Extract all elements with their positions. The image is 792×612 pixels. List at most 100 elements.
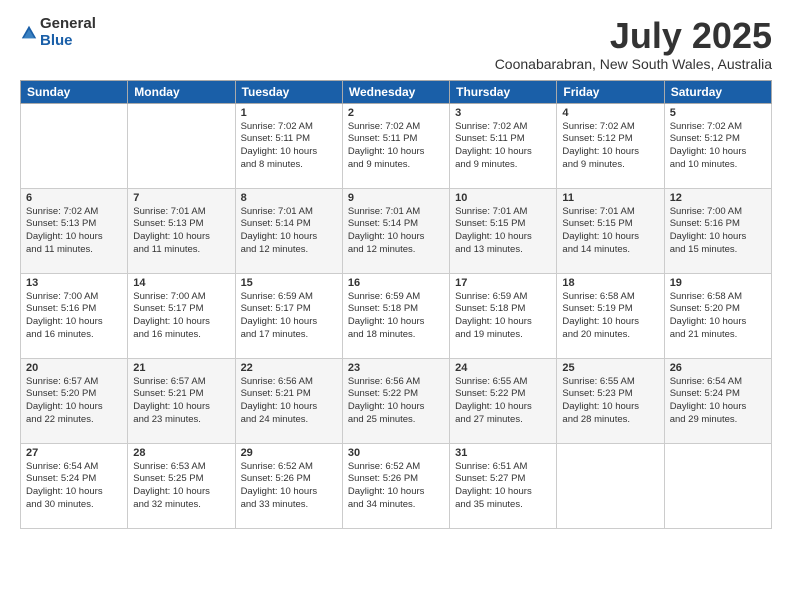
- calendar-week-row: 6 Sunrise: 7:02 AMSunset: 5:13 PMDaylight…: [21, 188, 772, 273]
- day-number: 17: [455, 277, 551, 289]
- calendar-cell: 20 Sunrise: 6:57 AMSunset: 5:20 PMDayligh…: [21, 358, 128, 443]
- cell-content: Sunrise: 6:53 AMSunset: 5:25 PMDaylight:…: [133, 461, 229, 512]
- weekday-header: Thursday: [450, 80, 557, 103]
- calendar-cell: 12Sunrise: 7:00 AMSunset: 5:16 PMDayligh…: [664, 188, 771, 273]
- day-number: 27: [26, 447, 122, 459]
- cell-content: Sunrise: 7:01 AMSunset: 5:15 PMDaylight:…: [455, 206, 551, 257]
- weekday-header: Saturday: [664, 80, 771, 103]
- header: General Blue July 2025 Coonabarabran, Ne…: [20, 16, 772, 72]
- cell-content: Sunrise: 7:01 AMSunset: 5:14 PMDaylight:…: [348, 206, 444, 257]
- cell-content: Sunrise: 7:02 AMSunset: 5:11 PMDaylight:…: [348, 121, 444, 172]
- day-number: 2: [348, 107, 444, 119]
- calendar-cell: 31 Sunrise: 6:51 AMSunset: 5:27 PMDayligh…: [450, 443, 557, 528]
- cell-content: Sunrise: 6:58 AMSunset: 5:20 PMDaylight:…: [670, 291, 766, 342]
- cell-content: Sunrise: 6:56 AMSunset: 5:21 PMDaylight:…: [241, 376, 337, 427]
- cell-content: Sunrise: 6:59 AMSunset: 5:17 PMDaylight:…: [241, 291, 337, 342]
- title-area: July 2025 Coonabarabran, New South Wales…: [495, 16, 772, 72]
- day-number: 1: [241, 107, 337, 119]
- day-number: 19: [670, 277, 766, 289]
- cell-content: Sunrise: 6:51 AMSunset: 5:27 PMDaylight:…: [455, 461, 551, 512]
- calendar-cell: 3 Sunrise: 7:02 AMSunset: 5:11 PMDaylight…: [450, 103, 557, 188]
- calendar-cell: 27 Sunrise: 6:54 AMSunset: 5:24 PMDayligh…: [21, 443, 128, 528]
- cell-content: Sunrise: 6:59 AMSunset: 5:18 PMDaylight:…: [348, 291, 444, 342]
- cell-content: Sunrise: 7:02 AMSunset: 5:12 PMDaylight:…: [562, 121, 658, 172]
- day-number: 23: [348, 362, 444, 374]
- cell-content: Sunrise: 6:57 AMSunset: 5:21 PMDaylight:…: [133, 376, 229, 427]
- calendar-cell: 24 Sunrise: 6:55 AMSunset: 5:22 PMDayligh…: [450, 358, 557, 443]
- day-number: 26: [670, 362, 766, 374]
- cell-content: Sunrise: 7:01 AMSunset: 5:13 PMDaylight:…: [133, 206, 229, 257]
- day-number: 6: [26, 192, 122, 204]
- day-number: 5: [670, 107, 766, 119]
- logo-general-label: General: [40, 16, 96, 33]
- calendar-cell: 18 Sunrise: 6:58 AMSunset: 5:19 PMDayligh…: [557, 273, 664, 358]
- calendar-cell: 15 Sunrise: 6:59 AMSunset: 5:17 PMDayligh…: [235, 273, 342, 358]
- calendar-week-row: 13Sunrise: 7:00 AMSunset: 5:16 PMDayligh…: [21, 273, 772, 358]
- calendar-header-row: SundayMondayTuesdayWednesdayThursdayFrid…: [21, 80, 772, 103]
- calendar-cell: 28 Sunrise: 6:53 AMSunset: 5:25 PMDayligh…: [128, 443, 235, 528]
- day-number: 3: [455, 107, 551, 119]
- weekday-header: Sunday: [21, 80, 128, 103]
- calendar-cell: 21Sunrise: 6:57 AMSunset: 5:21 PMDayligh…: [128, 358, 235, 443]
- calendar-cell: 7 Sunrise: 7:01 AMSunset: 5:13 PMDaylight…: [128, 188, 235, 273]
- day-number: 28: [133, 447, 229, 459]
- cell-content: Sunrise: 6:57 AMSunset: 5:20 PMDaylight:…: [26, 376, 122, 427]
- calendar-week-row: 1 Sunrise: 7:02 AMSunset: 5:11 PMDaylight…: [21, 103, 772, 188]
- day-number: 24: [455, 362, 551, 374]
- weekday-header: Friday: [557, 80, 664, 103]
- logo-text: General Blue: [40, 16, 96, 49]
- calendar-cell: 9 Sunrise: 7:01 AMSunset: 5:14 PMDaylight…: [342, 188, 449, 273]
- cell-content: Sunrise: 7:00 AMSunset: 5:16 PMDaylight:…: [26, 291, 122, 342]
- cell-content: Sunrise: 7:00 AMSunset: 5:16 PMDaylight:…: [670, 206, 766, 257]
- day-number: 25: [562, 362, 658, 374]
- calendar: SundayMondayTuesdayWednesdayThursdayFrid…: [20, 80, 772, 529]
- day-number: 7: [133, 192, 229, 204]
- cell-content: Sunrise: 6:56 AMSunset: 5:22 PMDaylight:…: [348, 376, 444, 427]
- cell-content: Sunrise: 6:52 AMSunset: 5:26 PMDaylight:…: [348, 461, 444, 512]
- day-number: 10: [455, 192, 551, 204]
- calendar-cell: 8 Sunrise: 7:01 AMSunset: 5:14 PMDaylight…: [235, 188, 342, 273]
- logo: General Blue: [20, 16, 96, 49]
- calendar-cell: [557, 443, 664, 528]
- logo-icon: [20, 24, 38, 42]
- cell-content: Sunrise: 7:02 AMSunset: 5:13 PMDaylight:…: [26, 206, 122, 257]
- page: General Blue July 2025 Coonabarabran, Ne…: [0, 0, 792, 612]
- cell-content: Sunrise: 6:54 AMSunset: 5:24 PMDaylight:…: [26, 461, 122, 512]
- calendar-cell: [128, 103, 235, 188]
- day-number: 4: [562, 107, 658, 119]
- calendar-cell: 23 Sunrise: 6:56 AMSunset: 5:22 PMDayligh…: [342, 358, 449, 443]
- calendar-cell: 5 Sunrise: 7:02 AMSunset: 5:12 PMDaylight…: [664, 103, 771, 188]
- calendar-cell: 6 Sunrise: 7:02 AMSunset: 5:13 PMDaylight…: [21, 188, 128, 273]
- cell-content: Sunrise: 7:00 AMSunset: 5:17 PMDaylight:…: [133, 291, 229, 342]
- weekday-header: Tuesday: [235, 80, 342, 103]
- day-number: 14: [133, 277, 229, 289]
- day-number: 30: [348, 447, 444, 459]
- weekday-header: Monday: [128, 80, 235, 103]
- day-number: 29: [241, 447, 337, 459]
- cell-content: Sunrise: 6:58 AMSunset: 5:19 PMDaylight:…: [562, 291, 658, 342]
- day-number: 20: [26, 362, 122, 374]
- calendar-cell: 11Sunrise: 7:01 AMSunset: 5:15 PMDayligh…: [557, 188, 664, 273]
- cell-content: Sunrise: 7:02 AMSunset: 5:11 PMDaylight:…: [241, 121, 337, 172]
- day-number: 9: [348, 192, 444, 204]
- calendar-cell: 22 Sunrise: 6:56 AMSunset: 5:21 PMDayligh…: [235, 358, 342, 443]
- calendar-cell: 16 Sunrise: 6:59 AMSunset: 5:18 PMDayligh…: [342, 273, 449, 358]
- day-number: 18: [562, 277, 658, 289]
- day-number: 31: [455, 447, 551, 459]
- calendar-cell: 19 Sunrise: 6:58 AMSunset: 5:20 PMDayligh…: [664, 273, 771, 358]
- cell-content: Sunrise: 7:02 AMSunset: 5:12 PMDaylight:…: [670, 121, 766, 172]
- day-number: 16: [348, 277, 444, 289]
- day-number: 15: [241, 277, 337, 289]
- calendar-week-row: 27 Sunrise: 6:54 AMSunset: 5:24 PMDayligh…: [21, 443, 772, 528]
- day-number: 8: [241, 192, 337, 204]
- calendar-cell: [21, 103, 128, 188]
- calendar-cell: 25Sunrise: 6:55 AMSunset: 5:23 PMDayligh…: [557, 358, 664, 443]
- cell-content: Sunrise: 7:01 AMSunset: 5:14 PMDaylight:…: [241, 206, 337, 257]
- cell-content: Sunrise: 6:55 AMSunset: 5:22 PMDaylight:…: [455, 376, 551, 427]
- day-number: 22: [241, 362, 337, 374]
- calendar-cell: 17Sunrise: 6:59 AMSunset: 5:18 PMDayligh…: [450, 273, 557, 358]
- calendar-cell: 10 Sunrise: 7:01 AMSunset: 5:15 PMDayligh…: [450, 188, 557, 273]
- weekday-header: Wednesday: [342, 80, 449, 103]
- cell-content: Sunrise: 7:02 AMSunset: 5:11 PMDaylight:…: [455, 121, 551, 172]
- calendar-cell: 29Sunrise: 6:52 AMSunset: 5:26 PMDayligh…: [235, 443, 342, 528]
